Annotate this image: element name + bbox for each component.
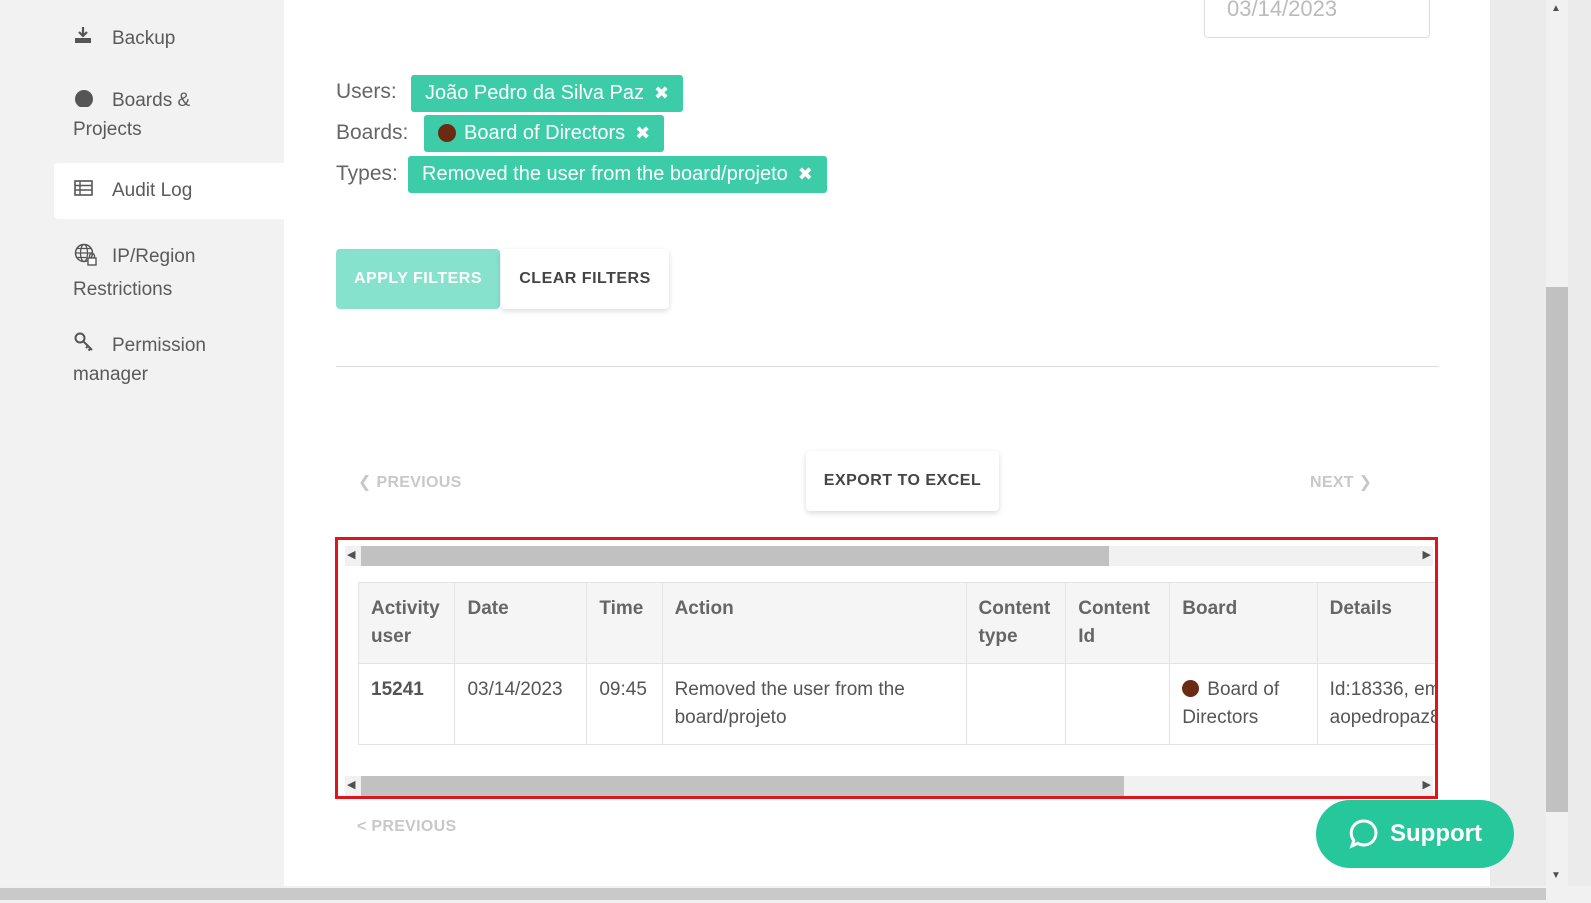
board-filter-chip: Board of Directors ✖ [424, 115, 665, 152]
column-header[interactable]: Details [1316, 582, 1435, 664]
scroll-right-arrow-icon[interactable]: ▶ [1423, 778, 1431, 791]
previous-label: PREVIOUS [376, 474, 462, 491]
scroll-right-arrow-icon[interactable]: ▶ [1423, 548, 1431, 561]
scroll-left-arrow-icon[interactable]: ◀ [347, 548, 355, 561]
table-bottom-scrollbar[interactable]: ◀ ▶ [345, 776, 1433, 796]
sidebar-item-label: Permission [112, 335, 206, 356]
scrollbar-thumb[interactable] [1546, 287, 1568, 812]
cell-activity-user: 15241 [357, 663, 456, 745]
download-icon [54, 25, 112, 53]
table-icon [54, 177, 112, 205]
table-row: 15241 03/14/2023 09:45 Removed the user … [357, 663, 1435, 745]
sidebar-item-label: Boards & [112, 90, 191, 111]
support-button[interactable]: Support [1316, 800, 1514, 868]
column-header[interactable]: Content type [965, 582, 1067, 664]
scrollbar-thumb[interactable] [361, 776, 1124, 796]
sidebar: Backup Boards & Projects Audit Log IP/Re… [0, 0, 284, 903]
column-header[interactable]: Content Id [1065, 582, 1171, 664]
column-header[interactable]: Board [1169, 582, 1318, 664]
chat-bubble-icon [1349, 819, 1378, 849]
date-filter-value: 03/14/2023 [1227, 0, 1338, 21]
cell-content-id [1065, 663, 1171, 745]
page-horizontal-scrollbar[interactable] [0, 886, 1591, 903]
boards-filter-label: Boards: [336, 121, 409, 144]
remove-user-chip-icon[interactable]: ✖ [654, 83, 669, 103]
bottom-previous-page-button[interactable]: < PREVIOUS [357, 818, 456, 836]
column-header[interactable]: Date [454, 582, 588, 664]
types-filter-label: Types: [336, 162, 398, 185]
next-label: NEXT [1310, 474, 1354, 491]
board-color-dot-icon [438, 124, 456, 142]
sidebar-item-label-2: Restrictions [73, 279, 173, 300]
sidebar-item-boards-projects[interactable]: Boards & Projects [54, 87, 284, 144]
audit-log-table-container: ◀ ▶ Activity user Date Time Action Conte… [335, 537, 1438, 799]
audit-log-table: Activity user Date Time Action Content t… [357, 582, 1435, 745]
support-label: Support [1390, 820, 1482, 847]
date-filter-input[interactable]: 03/14/2023 [1204, 0, 1430, 38]
cell-board: Board of Directors [1169, 663, 1318, 745]
export-to-excel-button[interactable]: EXPORT TO EXCEL [806, 451, 999, 511]
scroll-down-arrow-icon[interactable]: ▼ [1551, 870, 1561, 881]
clear-filters-button[interactable]: CLEAR FILTERS [501, 249, 669, 309]
sidebar-item-ip-region[interactable]: IP/Region Restrictions [54, 243, 284, 304]
scroll-left-arrow-icon[interactable]: ◀ [347, 778, 355, 791]
column-header[interactable]: Action [661, 582, 967, 664]
type-filter-chip: Removed the user from the board/projeto ✖ [408, 156, 827, 193]
table-header-row: Activity user Date Time Action Content t… [357, 582, 1435, 664]
dot-icon [54, 87, 112, 116]
scrollbar-thumb[interactable] [361, 546, 1109, 566]
right-gutter [1490, 0, 1546, 903]
page-vertical-scrollbar[interactable]: ▲ ▼ [1546, 0, 1568, 903]
key-icon [54, 332, 112, 361]
sidebar-item-label: Audit Log [112, 180, 193, 201]
user-filter-chip: João Pedro da Silva Paz ✖ [411, 75, 684, 112]
sidebar-item-label-2: Projects [73, 119, 142, 140]
sidebar-item-label-2: manager [73, 364, 148, 385]
sidebar-item-permission-manager[interactable]: Permission manager [54, 332, 284, 389]
cell-content-type [965, 663, 1067, 745]
table-top-scrollbar[interactable]: ◀ ▶ [345, 546, 1433, 566]
users-filter-label: Users: [336, 80, 397, 103]
sidebar-item-label: IP/Region [112, 246, 196, 267]
chevron-left-icon: ❮ [358, 474, 372, 491]
cell-details: Id:18336, email: joaopedropaz85 [1316, 663, 1435, 745]
remove-board-chip-icon[interactable]: ✖ [635, 123, 650, 143]
divider [336, 366, 1439, 367]
sidebar-item-audit-log[interactable]: Audit Log [54, 163, 284, 219]
board-chip-label: Board of Directors [464, 122, 626, 144]
scrollbar-thumb[interactable] [0, 888, 1546, 900]
board-color-dot-icon [1182, 680, 1200, 697]
previous-page-button[interactable]: ❮ PREVIOUS [358, 472, 462, 492]
type-chip-label: Removed the user from the board/projeto [422, 163, 788, 185]
sidebar-item-backup[interactable]: Backup [54, 25, 284, 53]
cell-time: 09:45 [586, 663, 663, 745]
scroll-up-arrow-icon[interactable]: ▲ [1551, 3, 1561, 14]
cell-date: 03/14/2023 [454, 663, 588, 745]
column-header[interactable]: Activity user [357, 582, 456, 664]
cell-action: Removed the user from the board/projeto [661, 663, 967, 745]
globe-lock-icon [54, 243, 112, 276]
user-chip-label: João Pedro da Silva Paz [425, 82, 645, 104]
chevron-right-icon: ❯ [1358, 474, 1373, 491]
sidebar-item-label: Backup [112, 28, 176, 49]
remove-type-chip-icon[interactable]: ✖ [798, 164, 813, 184]
column-header[interactable]: Time [586, 582, 663, 664]
apply-filters-button[interactable]: APPLY FILTERS [336, 249, 500, 309]
next-page-button[interactable]: NEXT ❯ [1310, 472, 1372, 492]
